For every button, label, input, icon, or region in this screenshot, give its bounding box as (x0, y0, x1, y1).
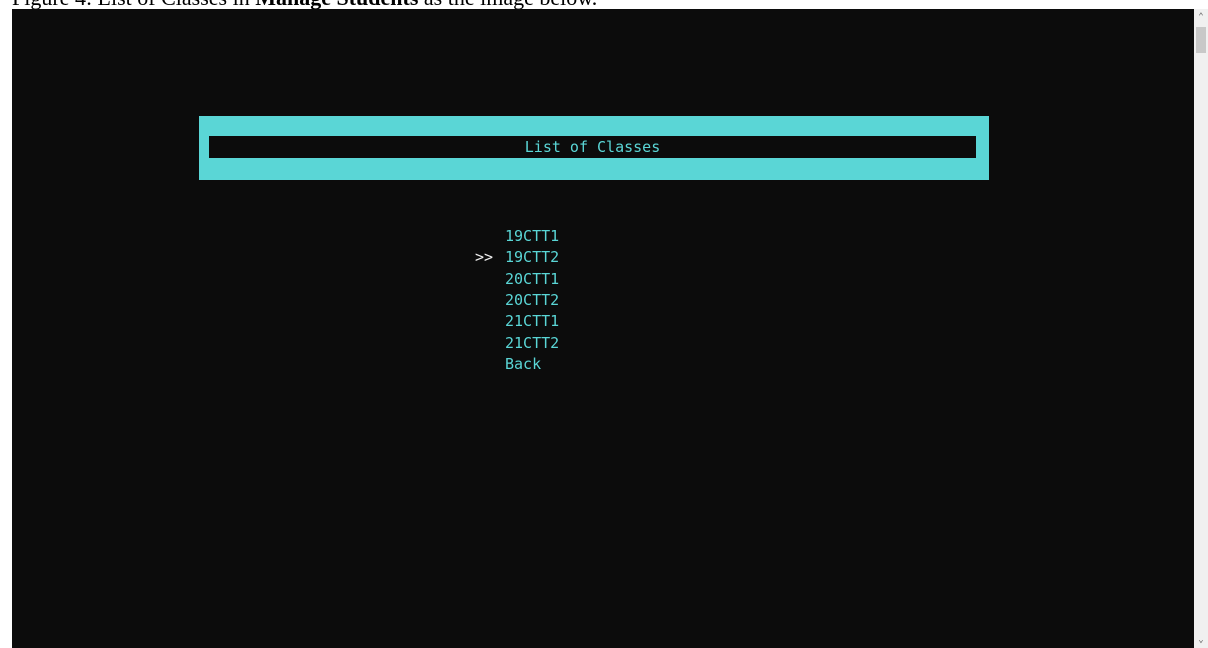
menu-item-label: 20CTT2 (505, 291, 560, 309)
menu-item-label: 19CTT2 (505, 248, 560, 266)
menu-item[interactable]: Back (475, 354, 541, 375)
console-title: List of Classes (209, 136, 976, 158)
menu-item[interactable]: 20CTT1 (475, 269, 559, 290)
menu-item[interactable]: 20CTT2 (475, 290, 559, 311)
vertical-scrollbar[interactable]: ⌃ ⌄ (1194, 9, 1208, 648)
menu-item[interactable]: >> 19CTT2 (475, 247, 559, 268)
menu-item-label: 19CTT1 (505, 227, 560, 245)
menu-item[interactable]: 21CTT2 (475, 333, 559, 354)
document-heading: Figure 4: List of Classes in Manage Stud… (12, 0, 597, 9)
screenshot: Figure 4: List of Classes in Manage Stud… (0, 0, 1208, 648)
menu-item-label: 21CTT1 (505, 312, 560, 330)
chevron-up-icon[interactable]: ⌃ (1194, 9, 1208, 25)
title-frame: List of Classes (199, 116, 989, 180)
menu-item[interactable]: 19CTT1 (475, 226, 559, 247)
menu-item[interactable]: 21CTT1 (475, 311, 559, 332)
menu-item-label: 20CTT1 (505, 270, 560, 288)
console-window: List of Classes 19CTT1 >> 19CTT2 20CTT1 20CT… (12, 9, 1194, 648)
menu-item-label: Back (505, 355, 542, 373)
scroll-thumb[interactable] (1196, 27, 1206, 53)
selection-pointer: >> (475, 248, 494, 266)
menu-item-label: 21CTT2 (505, 334, 560, 352)
chevron-down-icon[interactable]: ⌄ (1194, 632, 1208, 648)
